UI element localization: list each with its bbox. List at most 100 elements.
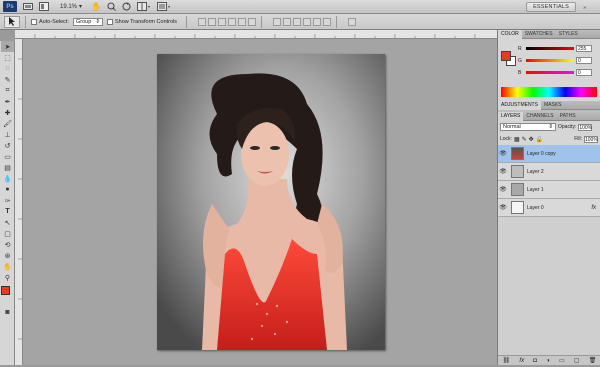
red-slider-bar[interactable] (526, 47, 574, 50)
rotate-view-button[interactable] (122, 2, 131, 12)
workspace-dropdown-icon[interactable]: » (583, 5, 586, 11)
document-image[interactable] (157, 54, 385, 350)
eye-icon[interactable]: 👁 (498, 150, 508, 157)
blue-value[interactable]: 0 (576, 69, 592, 76)
arrange-documents-button[interactable] (137, 2, 151, 12)
blend-mode-dropdown[interactable]: Normal ⇕ (500, 123, 556, 131)
align-bottom-icon[interactable] (218, 17, 227, 26)
history-brush-tool[interactable]: ↺ (1, 140, 14, 151)
zoom-tool-button[interactable] (107, 2, 116, 12)
align-vertical-center-icon[interactable] (208, 17, 217, 26)
blur-tool[interactable]: 💧 (1, 173, 14, 184)
adjustment-layer-icon[interactable]: ◑ (546, 358, 550, 364)
eye-icon[interactable]: 👁 (498, 168, 508, 175)
layer-effects-badge[interactable]: fx (591, 205, 596, 211)
color-spectrum[interactable] (501, 87, 597, 97)
add-mask-icon[interactable]: ◘ (533, 358, 537, 364)
lock-position-icon[interactable]: ✥ (529, 136, 534, 143)
tab-color[interactable]: COLOR (498, 29, 522, 39)
lock-transparency-icon[interactable]: ▦ (514, 136, 520, 143)
zoom-level[interactable]: 19.1% ▾ (57, 2, 85, 11)
lock-all-icon[interactable]: 🔒 (536, 136, 543, 143)
3d-orbit-tool[interactable]: ⊛ (1, 250, 14, 261)
align-top-icon[interactable] (198, 17, 207, 26)
align-horizontal-center-icon[interactable] (238, 17, 247, 26)
auto-select-dropdown[interactable]: Group ⇕ (72, 17, 103, 26)
clone-stamp-tool[interactable]: ⊥ (1, 129, 14, 140)
link-layers-icon[interactable]: ⛓ (503, 357, 511, 364)
move-tool[interactable]: ➤ (1, 41, 14, 52)
green-slider[interactable]: G 0 (518, 57, 592, 64)
3d-rotate-tool[interactable]: ⟲ (1, 239, 14, 250)
quick-mask-button[interactable]: ◙ (1, 307, 14, 318)
distribute-right-icon[interactable] (323, 17, 332, 26)
distribute-center-icon[interactable] (283, 17, 292, 26)
gradient-tool[interactable]: ▤ (1, 162, 14, 173)
layer-row[interactable]: 👁 Layer 1 (498, 181, 600, 199)
quick-selection-tool[interactable]: ✎ (1, 74, 14, 85)
distribute-top-icon[interactable] (273, 17, 282, 26)
layer-row[interactable]: 👁 Layer 2 (498, 163, 600, 181)
lasso-tool[interactable]: ◌ (1, 63, 14, 74)
hand-tool[interactable]: ✋ (1, 261, 14, 272)
marquee-tool[interactable]: ⬚ (1, 52, 14, 63)
foreground-swatch[interactable] (501, 51, 511, 61)
brush-tool[interactable]: 🖌 (1, 118, 14, 129)
healing-tool[interactable]: ✚ (1, 107, 14, 118)
layer-row[interactable]: 👁 Layer 0 copy (498, 145, 600, 163)
tab-channels[interactable]: CHANNELS (523, 112, 556, 121)
blue-slider[interactable]: B 0 (518, 69, 592, 76)
tab-masks[interactable]: MASKS (541, 101, 565, 110)
align-right-icon[interactable] (248, 17, 257, 26)
minibridge-button[interactable] (39, 2, 49, 12)
tab-adjustments[interactable]: ADJUSTMENTS (498, 100, 541, 110)
opacity-field[interactable]: 100% (578, 123, 593, 131)
hand-tool-button[interactable]: ✋ (91, 2, 101, 12)
shape-tool[interactable]: ▢ (1, 228, 14, 239)
zoom-tool[interactable]: ⚲ (1, 272, 14, 283)
lock-pixels-icon[interactable]: ✎ (522, 136, 527, 143)
eye-icon[interactable]: 👁 (498, 186, 508, 193)
foreground-color[interactable] (1, 286, 10, 295)
auto-select-option[interactable]: Auto-Select: (31, 18, 69, 25)
green-value[interactable]: 0 (576, 57, 592, 64)
screen-mode-button[interactable] (157, 2, 171, 12)
document-canvas[interactable] (23, 39, 497, 365)
tab-layers[interactable]: LAYERS (498, 111, 524, 121)
eraser-tool[interactable]: ▭ (1, 151, 14, 162)
trash-icon[interactable]: 🗑 (589, 357, 597, 364)
dodge-tool[interactable]: ● (1, 184, 14, 195)
screen-mode-icon (157, 2, 170, 11)
red-slider[interactable]: R 255 (518, 45, 592, 52)
bridge-button[interactable] (23, 2, 33, 12)
distribute-bottom-icon[interactable] (293, 17, 302, 26)
transform-controls-checkbox[interactable] (106, 18, 113, 25)
new-group-icon[interactable]: ▭ (559, 357, 565, 364)
crop-tool[interactable]: ⌗ (1, 85, 14, 96)
eye-icon[interactable]: 👁 (498, 204, 508, 211)
distribute-hcenter-icon[interactable] (313, 17, 322, 26)
layer-row[interactable]: 👁 Layer 0 fx (498, 199, 600, 217)
new-layer-icon[interactable]: ▢ (574, 357, 580, 364)
color-swatches[interactable] (0, 285, 14, 307)
tab-swatches[interactable]: SWATCHES (522, 30, 556, 39)
transform-controls-option[interactable]: Show Transform Controls (106, 18, 177, 25)
pen-tool[interactable]: ✑ (1, 195, 14, 206)
tool-preset-picker[interactable] (4, 15, 20, 28)
align-left-icon[interactable] (228, 17, 237, 26)
distribute-left-icon[interactable] (303, 17, 312, 26)
fill-field[interactable]: 100% (584, 135, 598, 143)
green-slider-bar[interactable] (526, 59, 574, 62)
eyedropper-tool[interactable]: ✒ (1, 96, 14, 107)
red-value[interactable]: 255 (576, 45, 592, 52)
path-selection-tool[interactable]: ↖ (1, 217, 14, 228)
blue-slider-bar[interactable] (526, 71, 574, 74)
auto-select-checkbox[interactable] (31, 18, 37, 25)
type-tool[interactable]: T (1, 206, 14, 217)
tab-styles[interactable]: STYLES (556, 30, 581, 39)
fx-icon[interactable]: fx (519, 358, 524, 364)
workspace-switcher[interactable]: ESSENTIALS (526, 2, 576, 12)
tab-paths[interactable]: PATHS (557, 112, 579, 121)
minibridge-icon (39, 2, 49, 11)
auto-align-layers-icon[interactable] (348, 17, 357, 26)
